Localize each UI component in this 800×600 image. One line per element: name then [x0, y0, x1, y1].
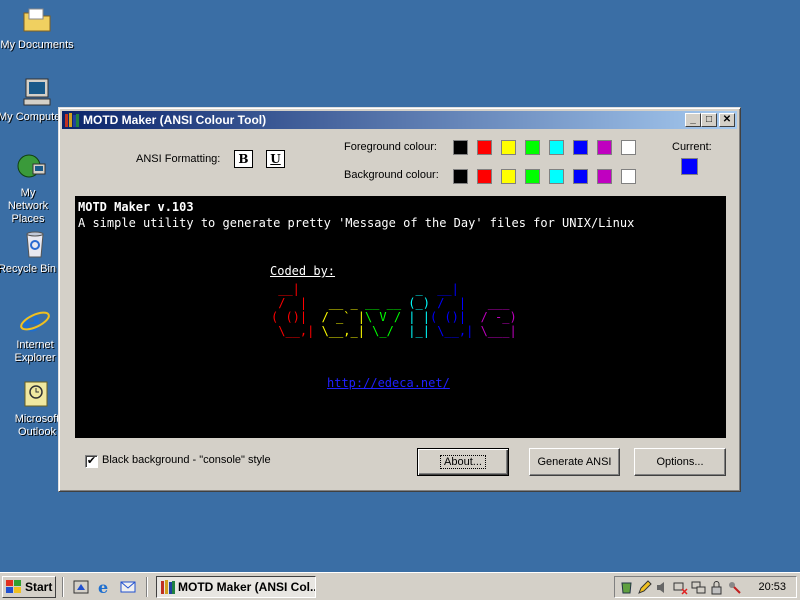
tray-volume-icon[interactable] [655, 580, 670, 595]
black-background-checkbox[interactable]: ✔ [85, 455, 98, 468]
network-places-icon [15, 152, 47, 184]
taskbar-task-motd-maker[interactable]: MOTD Maker (ANSI Col... [156, 576, 316, 598]
tray-network-disconnected-icon[interactable] [673, 580, 688, 595]
window-titlebar[interactable]: MOTD Maker (ANSI Colour Tool) _ □ ✕ [62, 111, 737, 129]
show-desktop-icon[interactable] [72, 578, 90, 596]
console-title-line: MOTD Maker v.103 [78, 200, 194, 214]
clock: 20:53 [758, 581, 786, 593]
foreground-colour-label: Foreground colour: [344, 141, 437, 153]
bg-colour-swatch[interactable] [621, 169, 636, 184]
bg-colour-swatch[interactable] [525, 169, 540, 184]
underline-button[interactable]: U [266, 150, 285, 168]
ascii-letter-v: __ __ \ V / \_/ [364, 296, 402, 338]
ascii-art-logo: __| / | ( ()| \__,| __ _ / _` | \__,_| _… [271, 282, 517, 338]
desktop-icon-my-documents[interactable]: My Documents [0, 4, 76, 52]
bold-button[interactable]: B [234, 150, 253, 168]
start-button[interactable]: Start [2, 576, 56, 598]
author-link[interactable]: http://edeca.net/ [327, 376, 450, 390]
fg-colour-swatch[interactable] [477, 140, 492, 155]
start-label: Start [25, 580, 53, 594]
desktop-icon-label: My Computer [0, 111, 58, 123]
ascii-letter-d: __| / | ( ()| \__,| [429, 282, 474, 338]
fg-colour-swatch[interactable] [549, 140, 564, 155]
svg-text:e: e [98, 578, 108, 596]
options-button[interactable]: Options... [634, 448, 726, 476]
bg-colour-swatch[interactable] [477, 169, 492, 184]
computer-icon [21, 76, 53, 108]
bg-colour-swatch[interactable] [453, 169, 468, 184]
ascii-letter-d: __| / | ( ()| \__,| [271, 282, 315, 338]
ansi-formatting-label: ANSI Formatting: [136, 153, 221, 165]
tray-lock-icon[interactable] [709, 580, 724, 595]
minimize-button[interactable]: _ [685, 113, 701, 127]
fg-colour-swatch[interactable] [597, 140, 612, 155]
taskbar-separator [62, 577, 64, 597]
desktop-icon-label: My Documents [0, 39, 74, 51]
about-button-label: About... [440, 455, 486, 469]
system-tray: 20:53 [614, 576, 797, 598]
fg-colour-swatch[interactable] [501, 140, 516, 155]
outlook-icon [21, 378, 53, 410]
console-description-line: A simple utility to generate pretty 'Mes… [78, 216, 635, 230]
app-books-icon [160, 579, 176, 597]
fg-colour-swatch[interactable] [573, 140, 588, 155]
coded-by-text: Coded by: [270, 264, 336, 278]
fg-colour-swatch[interactable] [525, 140, 540, 155]
bg-colour-swatch[interactable] [549, 169, 564, 184]
recycle-bin-icon [19, 228, 51, 260]
tray-pencil-icon[interactable] [637, 580, 652, 595]
close-button[interactable]: ✕ [719, 113, 735, 127]
black-background-label[interactable]: Black background - "console" style [102, 454, 271, 466]
app-books-icon [64, 112, 80, 128]
taskbar-separator [146, 577, 148, 597]
task-label: MOTD Maker (ANSI Col... [178, 580, 316, 594]
ascii-letter-i: _ (_) | | |_| [408, 282, 430, 338]
checkmark-icon: ✔ [86, 455, 97, 467]
bg-colour-swatch[interactable] [597, 169, 612, 184]
console-preview: MOTD Maker v.103 A simple utility to gen… [75, 196, 726, 438]
folder-documents-icon [21, 4, 53, 36]
outlook-express-icon[interactable] [119, 578, 137, 596]
motd-maker-window: MOTD Maker (ANSI Colour Tool) _ □ ✕ ANSI… [58, 107, 741, 492]
tray-network-icon[interactable] [691, 580, 706, 595]
window-title: MOTD Maker (ANSI Colour Tool) [83, 113, 267, 127]
desktop-icon-label: Recycle Bin [0, 263, 57, 275]
windows-flag-icon [6, 580, 22, 594]
maximize-button[interactable]: □ [701, 113, 717, 127]
bg-colour-swatch[interactable] [501, 169, 516, 184]
ascii-letter-a: __ _ / _` | \__,_| [321, 296, 365, 338]
current-colour-label: Current: [672, 141, 712, 153]
bg-colour-swatch[interactable] [573, 169, 588, 184]
fg-colour-swatch[interactable] [621, 140, 636, 155]
background-colour-label: Background colour: [344, 169, 439, 181]
taskbar: Start e MOTD Maker (ANSI Col... 20:53 [0, 572, 800, 600]
ascii-letter-e: ___ / -_) \___| [480, 296, 517, 338]
tray-tools-icon[interactable] [727, 580, 742, 595]
current-colour-swatch [681, 158, 698, 175]
tray-recycle-icon[interactable] [619, 580, 634, 595]
generate-ansi-button[interactable]: Generate ANSI [529, 448, 620, 476]
desktop-icon-label: My Network Places [7, 187, 49, 225]
about-button[interactable]: About... [417, 448, 509, 476]
internet-explorer-quicklaunch-icon[interactable]: e [96, 578, 114, 597]
fg-colour-swatch[interactable] [453, 140, 468, 155]
internet-explorer-icon: e [19, 304, 51, 339]
